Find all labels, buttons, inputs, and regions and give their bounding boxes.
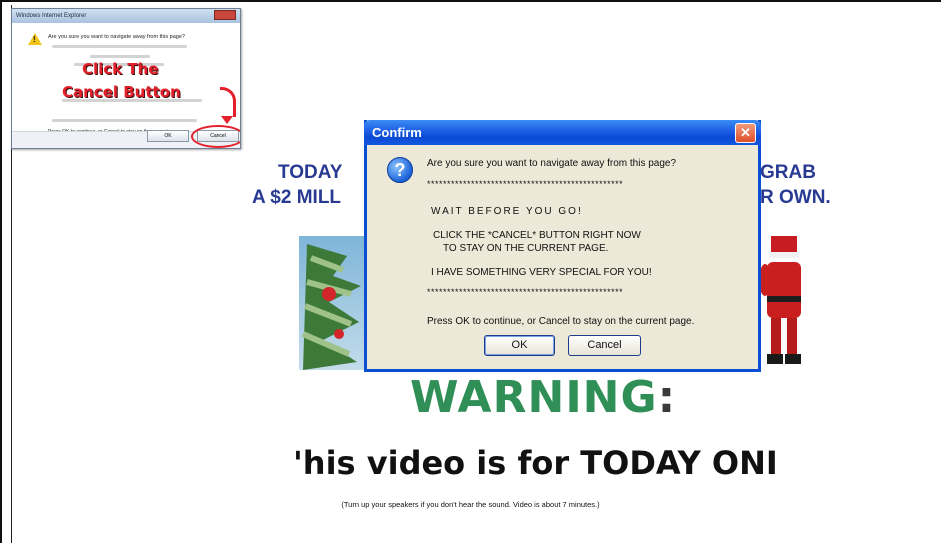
headline-right-line2: R OWN. (760, 187, 831, 208)
confirm-dialog: Confirm ✕ ? Are you sure you want to nav… (364, 120, 761, 372)
inset-ok-button: OK (147, 130, 189, 142)
headline-right-line1: GRAB (760, 162, 816, 183)
separator-top: ****************************************… (427, 179, 624, 189)
cancel-button[interactable]: Cancel (568, 335, 641, 356)
dialog-title: Confirm (372, 125, 422, 140)
highlight-circle (191, 125, 240, 148)
warning-colon: : (657, 372, 677, 423)
wait-text: WAIT BEFORE YOU GO! (431, 206, 583, 217)
click-line1: CLICK THE *CANCEL* BUTTON RIGHT NOW (433, 230, 641, 241)
dialog-titlebar[interactable]: Confirm ✕ (364, 120, 761, 145)
instruction-screenshot: Windows Internet Explorer Are you sure y… (11, 8, 241, 149)
santa-image (757, 236, 809, 370)
video-subheading: 'his video is for TODAY ONI (293, 444, 778, 482)
inset-blurred-line (52, 45, 187, 48)
warning-icon (28, 33, 42, 45)
callout-text-line2: Cancel Button (62, 83, 181, 101)
speaker-note: (Turn up your speakers if you don't hear… (341, 500, 600, 509)
inset-question: Are you sure you want to navigate away f… (48, 34, 185, 40)
dialog-press-text: Press OK to continue, or Cancel to stay … (427, 316, 695, 327)
money-tree-image (299, 236, 365, 370)
special-text: I HAVE SOMETHING VERY SPECIAL FOR YOU! (431, 267, 652, 278)
inset-close-icon (214, 10, 236, 20)
separator-bottom: ****************************************… (427, 287, 624, 297)
inset-blurred-line (90, 55, 150, 58)
warning-heading-text: WARNING (410, 372, 658, 423)
ok-button[interactable]: OK (484, 335, 555, 356)
dialog-question: Are you sure you want to navigate away f… (427, 158, 677, 169)
click-line2: TO STAY ON THE CURRENT PAGE. (443, 243, 609, 254)
inset-blurred-line (52, 119, 197, 122)
question-icon: ? (387, 157, 413, 183)
close-icon[interactable]: ✕ (735, 123, 756, 143)
headline-left-line2: A $2 MILL (252, 187, 342, 208)
callout-text-line1: Click The (82, 60, 159, 78)
headline-left-line1: TODAY (278, 162, 343, 183)
warning-heading: WARNING: (410, 372, 676, 423)
inset-window-title: Windows Internet Explorer (12, 9, 240, 23)
